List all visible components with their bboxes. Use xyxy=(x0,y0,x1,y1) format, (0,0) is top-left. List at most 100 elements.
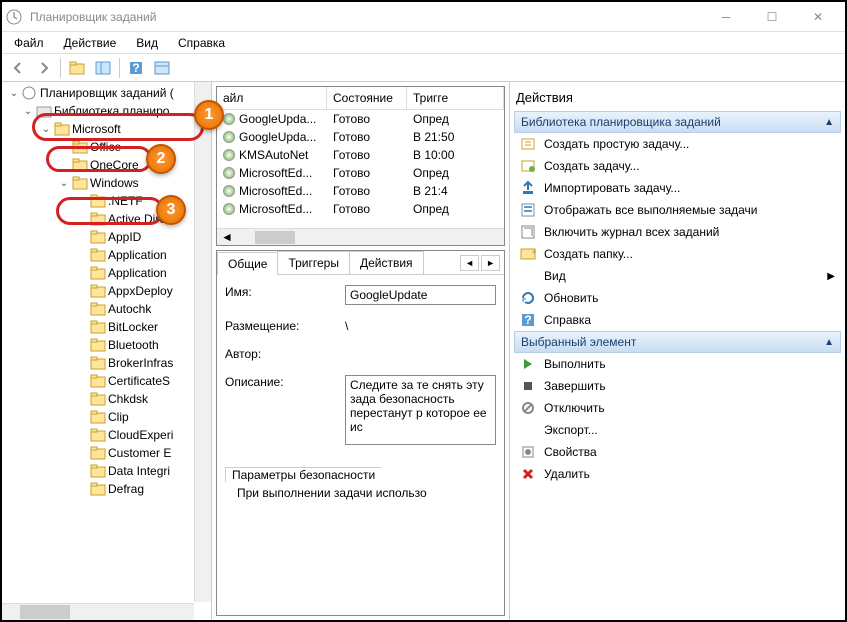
menu-action[interactable]: Действие xyxy=(56,34,125,52)
task-row[interactable]: KMSAutoNetГотовоВ 10:00 xyxy=(217,146,504,164)
tree-root[interactable]: ⌄ Планировщик заданий ( xyxy=(4,84,209,102)
action-view[interactable]: Вид ▶ xyxy=(514,265,841,287)
col-name[interactable]: айл xyxy=(217,87,327,109)
tree-folder[interactable]: Data Integri xyxy=(4,462,209,480)
tree-folder[interactable]: Chkdsk xyxy=(4,390,209,408)
tree-folder[interactable]: CloudExperi xyxy=(4,426,209,444)
tree-office[interactable]: Office xyxy=(4,138,209,156)
action-icon xyxy=(520,202,536,218)
tree-scrollbar-h[interactable] xyxy=(2,603,194,620)
col-trigger[interactable]: Тригге xyxy=(407,87,504,109)
folder-icon xyxy=(90,428,106,442)
tree-folder[interactable]: Clip xyxy=(4,408,209,426)
menu-file[interactable]: Файл xyxy=(6,34,52,52)
tree-folder[interactable]: Defrag xyxy=(4,480,209,498)
action-item[interactable]: Завершить xyxy=(514,375,841,397)
actions-title: Действия xyxy=(514,86,841,111)
tree-scrollbar-v[interactable] xyxy=(194,82,211,602)
tree-folder[interactable]: BrokerInfras xyxy=(4,354,209,372)
action-refresh[interactable]: Обновить xyxy=(514,287,841,309)
action-icon xyxy=(520,158,536,174)
collapse-icon[interactable]: ▲ xyxy=(824,117,834,128)
name-field[interactable]: GoogleUpdate xyxy=(345,285,496,305)
chevron-down-icon[interactable]: ⌄ xyxy=(40,124,52,135)
status-icon xyxy=(223,203,235,215)
author-label: Автор: xyxy=(225,347,345,361)
tb-folder-icon[interactable] xyxy=(65,57,89,79)
folder-icon xyxy=(90,266,106,280)
tab-general[interactable]: Общие xyxy=(217,252,278,275)
folder-icon xyxy=(90,284,106,298)
action-item[interactable]: Включить журнал всех заданий xyxy=(514,221,841,243)
action-item[interactable]: Отображать все выполняемые задачи xyxy=(514,199,841,221)
title-bar: Планировщик заданий ─ ☐ ✕ xyxy=(2,2,845,32)
tree-folder[interactable]: BitLocker xyxy=(4,318,209,336)
menu-bar: Файл Действие Вид Справка xyxy=(2,32,845,54)
tree-folder[interactable]: AppxDeploy xyxy=(4,282,209,300)
window-title: Планировщик заданий xyxy=(30,10,703,24)
actions-pane: Действия Библиотека планировщика заданий… xyxy=(510,82,845,620)
actions-section-library[interactable]: Библиотека планировщика заданий ▲ xyxy=(514,111,841,133)
callout-badge-2: 2 xyxy=(146,144,176,174)
tree-folder[interactable]: AppID xyxy=(4,228,209,246)
tree-windows[interactable]: ⌄ Windows xyxy=(4,174,209,192)
tb-panel-icon[interactable] xyxy=(91,57,115,79)
tree-folder[interactable]: Customer E xyxy=(4,444,209,462)
tree-library[interactable]: ⌄ Библиотека планиро xyxy=(4,102,209,120)
close-button[interactable]: ✕ xyxy=(795,2,841,32)
tab-actions[interactable]: Действия xyxy=(349,251,424,274)
menu-help[interactable]: Справка xyxy=(170,34,233,52)
task-row[interactable]: MicrosoftEd...ГотовоВ 21:4 xyxy=(217,182,504,200)
folder-icon xyxy=(72,158,88,172)
back-button[interactable] xyxy=(6,57,30,79)
tab-scroll[interactable]: ◄► xyxy=(456,251,504,274)
action-item[interactable]: Импортировать задачу... xyxy=(514,177,841,199)
tree-microsoft[interactable]: ⌄ Microsoft xyxy=(4,120,209,138)
action-item[interactable]: *Создать папку... xyxy=(514,243,841,265)
chevron-down-icon[interactable]: ⌄ xyxy=(8,88,20,99)
description-label: Описание: xyxy=(225,375,345,389)
status-icon xyxy=(223,149,235,161)
action-item[interactable]: Создать простую задачу... xyxy=(514,133,841,155)
tree-folder[interactable]: CertificateS xyxy=(4,372,209,390)
chevron-down-icon[interactable]: ⌄ xyxy=(58,178,70,189)
tree-folder[interactable]: Bluetooth xyxy=(4,336,209,354)
menu-view[interactable]: Вид xyxy=(128,34,166,52)
tb-preview-icon[interactable] xyxy=(150,57,174,79)
tree-folder[interactable]: Application xyxy=(4,246,209,264)
maximize-button[interactable]: ☐ xyxy=(749,2,795,32)
action-item[interactable]: Создать задачу... xyxy=(514,155,841,177)
action-item[interactable]: Экспорт... xyxy=(514,419,841,441)
col-state[interactable]: Состояние xyxy=(327,87,407,109)
description-field[interactable]: Следите за те снять эту зада безопасност… xyxy=(345,375,496,445)
tab-triggers[interactable]: Триггеры xyxy=(277,251,350,274)
library-icon xyxy=(36,104,52,118)
tb-help-icon[interactable]: ? xyxy=(124,57,148,79)
task-row[interactable]: GoogleUpda...ГотовоВ 21:50 xyxy=(217,128,504,146)
status-icon xyxy=(223,167,235,179)
minimize-button[interactable]: ─ xyxy=(703,2,749,32)
actions-section-selected[interactable]: Выбранный элемент ▲ xyxy=(514,331,841,353)
tree-onecore[interactable]: OneCore xyxy=(4,156,209,174)
action-help[interactable]: ? Справка xyxy=(514,309,841,331)
callout-badge-3: 3 xyxy=(156,195,186,225)
tree-folder[interactable]: Application xyxy=(4,264,209,282)
tree-folder[interactable]: Autochk xyxy=(4,300,209,318)
main-area: ⌄ Планировщик заданий ( ⌄ Библиотека пла… xyxy=(2,82,845,620)
action-item[interactable]: Отключить xyxy=(514,397,841,419)
run-when-label: При выполнении задачи использо xyxy=(237,486,427,500)
chevron-down-icon[interactable]: ⌄ xyxy=(22,106,34,117)
action-item[interactable]: Удалить xyxy=(514,463,841,485)
folder-icon xyxy=(90,338,106,352)
task-row[interactable]: MicrosoftEd...ГотовоОпред xyxy=(217,200,504,218)
action-item[interactable]: Выполнить xyxy=(514,353,841,375)
folder-icon xyxy=(90,212,106,226)
collapse-icon[interactable]: ▲ xyxy=(824,337,834,348)
task-row[interactable]: GoogleUpda...ГотовоОпред xyxy=(217,110,504,128)
forward-button[interactable] xyxy=(32,57,56,79)
location-label: Размещение: xyxy=(225,319,345,333)
tasklist-scrollbar-h[interactable]: ◄ xyxy=(217,228,504,245)
folder-icon xyxy=(72,176,88,190)
task-row[interactable]: MicrosoftEd...ГотовоОпред xyxy=(217,164,504,182)
action-item[interactable]: Свойства xyxy=(514,441,841,463)
